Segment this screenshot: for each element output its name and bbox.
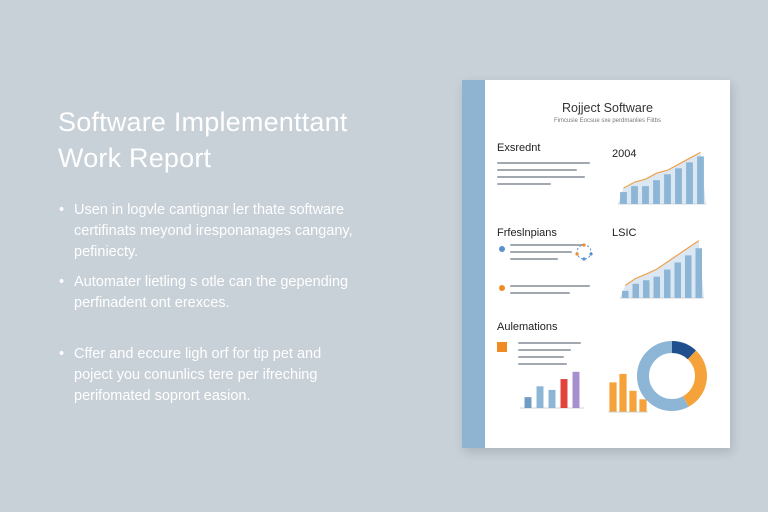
section-title-overview: Exsrednt: [497, 142, 541, 154]
bar-chart-adoption: [520, 371, 584, 409]
bar: [697, 156, 704, 204]
bar: [695, 248, 703, 298]
bullet-text: Cffer and eccure ligh orf for tip pet an…: [74, 346, 322, 404]
section-title-adoption: Aulemations: [497, 321, 558, 333]
report-title: Software Implementtant Work Report: [58, 107, 348, 173]
bar: [609, 382, 617, 412]
orange-bullet-icon: [499, 285, 505, 291]
blue-bullet-icon: [499, 246, 505, 252]
chart-label-lsic: LSIC: [612, 227, 637, 239]
bar: [663, 269, 671, 298]
bar: [620, 192, 627, 204]
bar-chart-2004: [618, 151, 706, 205]
document-title: Rojject Software: [561, 101, 653, 115]
text-block: [510, 285, 595, 299]
bar: [653, 276, 661, 298]
text-block: [518, 342, 588, 370]
report-document: Rojject Software Fimcusie Eocsue sxe per…: [462, 80, 730, 448]
bullet-item: • Usen in logvle cantignar ler thate soft…: [58, 200, 388, 263]
bar-chart-lsic: [620, 240, 704, 299]
bar: [572, 371, 580, 408]
section-title-features: Frfeslnpians: [497, 227, 557, 239]
donut-chart: [637, 341, 707, 411]
bullet-text: Usen in logvle cantignar ler thate softw…: [74, 202, 353, 260]
bar: [664, 174, 671, 204]
bullet-icon: •: [59, 202, 65, 218]
bar: [560, 379, 568, 408]
bar: [686, 162, 693, 204]
bar: [674, 262, 682, 298]
text-block: [497, 162, 595, 190]
document-subtitle: Fimcusie Eocsue sxe perdmanlies Fiitbs: [553, 118, 662, 124]
bar: [524, 397, 532, 408]
bullet-icon: •: [59, 274, 65, 290]
bullet-list: • Usen in logvle cantignar ler thate soft…: [58, 200, 388, 407]
bar: [653, 180, 660, 204]
bullet-icon: •: [59, 346, 65, 362]
bar: [536, 386, 544, 408]
hero-panel: Software Implementtant Work Report • Usen…: [58, 104, 388, 416]
bar: [548, 389, 556, 408]
bar: [642, 186, 649, 204]
bar: [631, 186, 638, 204]
document-side-stripe: [462, 80, 485, 448]
bar: [684, 255, 692, 298]
orange-square-icon: [497, 342, 507, 352]
bar: [675, 168, 682, 204]
bullet-item: • Automater lietling s otle can the gepen…: [58, 272, 388, 314]
network-icon: [575, 243, 593, 261]
bullet-item: • Cffer and eccure ligh orf for tip pet a…: [58, 344, 388, 407]
bar: [632, 283, 640, 298]
bar: [621, 290, 629, 298]
bar: [642, 280, 650, 298]
bar: [619, 373, 627, 412]
bullet-text: Automater lietling s otle can the gepend…: [74, 274, 349, 311]
